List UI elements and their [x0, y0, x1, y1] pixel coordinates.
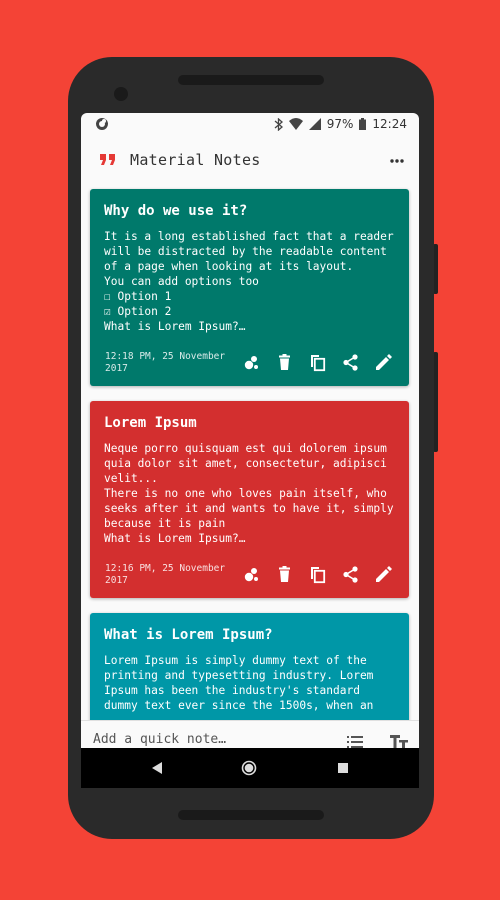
color-palette-icon[interactable] [242, 565, 261, 584]
note-body: Neque porro quisquam est qui dolorem ips… [104, 442, 394, 545]
clock: 12:24 [372, 117, 407, 131]
note-actions [242, 565, 393, 584]
note-body: Lorem Ipsum is simply dummy text of the … [104, 654, 374, 712]
note-timestamp: 12:16 PM, 25 November 2017 [105, 563, 226, 586]
more-options-icon[interactable] [389, 153, 405, 169]
bottom-speaker [178, 810, 324, 820]
delete-icon[interactable] [275, 353, 294, 372]
note-timestamp: 12:18 PM, 25 November 2017 [105, 351, 226, 374]
delete-icon[interactable] [275, 565, 294, 584]
status-bar: 97% 12:24 [81, 113, 419, 137]
bluetooth-icon [274, 117, 283, 131]
note-title: Why do we use it? [104, 203, 248, 219]
back-icon[interactable] [151, 761, 163, 775]
battery-percent: 97% [326, 117, 354, 131]
quote-icon [100, 154, 115, 165]
note-title: Lorem Ipsum [104, 415, 197, 431]
system-nav-bar [81, 748, 419, 788]
app-bar: Material Notes [81, 137, 419, 187]
battery-icon [359, 118, 367, 130]
edit-icon[interactable] [374, 565, 393, 584]
notes-list[interactable]: Why do we use it? It is a long establish… [81, 187, 419, 720]
note-actions [242, 353, 393, 372]
note-card[interactable]: Lorem Ipsum Neque porro quisquam est qui… [90, 401, 409, 598]
app-title: Material Notes [130, 151, 261, 169]
note-title: What is Lorem Ipsum? [104, 627, 273, 643]
copy-icon[interactable] [308, 353, 327, 372]
quick-note-input[interactable] [93, 732, 303, 747]
top-speaker [178, 75, 324, 85]
color-palette-icon[interactable] [242, 353, 261, 372]
edit-icon[interactable] [374, 353, 393, 372]
copy-icon[interactable] [308, 565, 327, 584]
recents-icon[interactable] [338, 763, 348, 773]
front-camera [114, 87, 128, 101]
app-screen: 97% 12:24 Material Notes Why do we use i… [81, 113, 419, 788]
share-icon[interactable] [341, 353, 360, 372]
note-body: It is a long established fact that a rea… [104, 230, 394, 333]
cell-signal-icon [308, 118, 321, 130]
app-notification-icon [96, 118, 108, 130]
home-icon[interactable] [241, 760, 257, 776]
share-icon[interactable] [341, 565, 360, 584]
wifi-icon [288, 118, 303, 130]
note-card[interactable]: What is Lorem Ipsum? Lorem Ipsum is simp… [90, 613, 409, 720]
note-card[interactable]: Why do we use it? It is a long establish… [90, 189, 409, 386]
